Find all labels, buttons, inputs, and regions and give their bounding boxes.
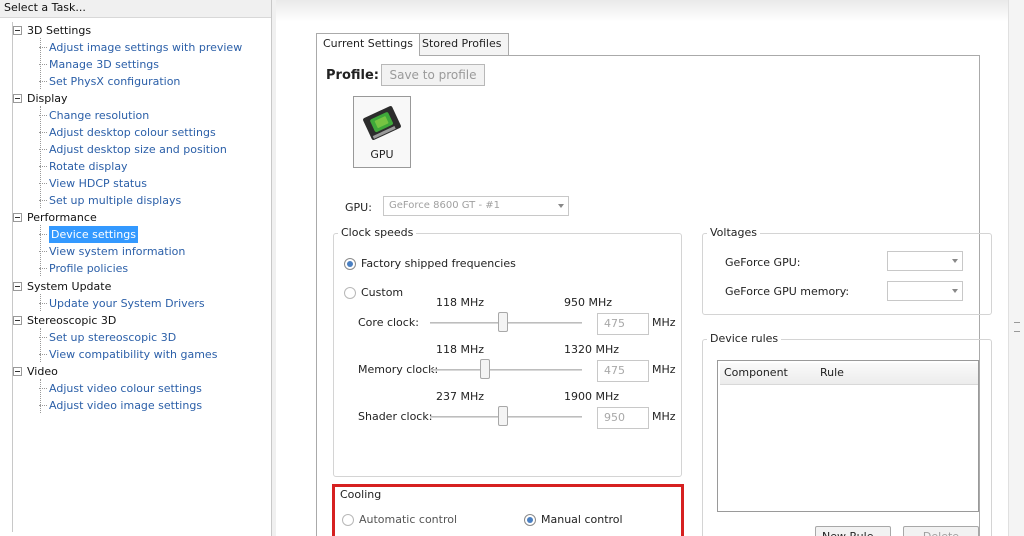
header-banner: [276, 0, 1024, 22]
memory-clock-input[interactable]: 475: [597, 360, 649, 382]
shader-clock-min: 237 MHz: [436, 390, 485, 403]
task-link[interactable]: Adjust video image settings: [38, 397, 202, 414]
cooling-group: Cooling Automatic control Manual control: [332, 484, 684, 536]
core-clock-slider-thumb[interactable]: [498, 312, 508, 332]
task-link[interactable]: Manage 3D settings: [38, 56, 159, 73]
clock-speeds-group: Clock speeds Factory shipped frequencies…: [333, 226, 682, 477]
memory-clock-max: 1320 MHz: [564, 343, 620, 356]
tree-line: [40, 328, 41, 362]
scroll-grip-icon[interactable]: [1014, 322, 1020, 332]
gpu-dropdown[interactable]: GeForce 8600 GT - #1: [383, 196, 569, 216]
core-clock-unit: MHz: [652, 316, 676, 329]
tab-current-settings[interactable]: Current Settings: [316, 33, 420, 56]
task-link[interactable]: Set up multiple displays: [38, 192, 181, 209]
device-rules-list[interactable]: Component Rule: [717, 360, 979, 512]
task-pane-header: Select a Task...: [0, 0, 271, 18]
chevron-down-icon: [558, 204, 564, 208]
gpu-voltage-label: GeForce GPU:: [725, 256, 801, 269]
current-settings-panel: Profile: Save to profile GPU GPU: GeForc…: [316, 55, 992, 536]
task-link[interactable]: Update your System Drivers: [39, 295, 205, 312]
device-rules-group: Device rules Component Rule New Rule... …: [702, 332, 992, 536]
chevron-down-icon: [952, 259, 958, 263]
task-link[interactable]: Adjust desktop colour settings: [39, 124, 216, 141]
automatic-control-radio[interactable]: Automatic control: [342, 513, 457, 526]
gpu-caption: GPU: [370, 148, 394, 161]
gpu-tile[interactable]: GPU: [353, 96, 411, 168]
tree-category-stereoscopic-3d[interactable]: Stereoscopic 3D: [13, 312, 116, 329]
clock-speeds-title: Clock speeds: [338, 226, 417, 239]
task-link[interactable]: Adjust desktop size and position: [39, 141, 227, 158]
vertical-scrollbar[interactable]: [1008, 0, 1024, 536]
task-pane: Select a Task... 3D Settings Adjust imag…: [0, 0, 272, 536]
task-link[interactable]: Adjust image settings with preview: [38, 39, 242, 56]
tree-category-video[interactable]: Video: [13, 363, 58, 380]
task-link-selected[interactable]: Device settings: [39, 226, 138, 243]
radio-selected-icon: [344, 257, 356, 270]
tree-category-display[interactable]: Display: [13, 90, 68, 107]
column-rule[interactable]: Rule: [820, 366, 844, 379]
tree-category-3d-settings[interactable]: 3D Settings: [13, 22, 91, 39]
radio-icon: [344, 286, 356, 299]
task-link[interactable]: View compatibility with games: [38, 346, 217, 363]
core-clock-input[interactable]: 475: [597, 313, 649, 335]
shader-clock-slider-thumb[interactable]: [498, 406, 508, 426]
cooling-title: Cooling: [340, 488, 382, 501]
gpu-dropdown-value: GeForce 8600 GT - #1: [389, 200, 500, 211]
collapse-icon[interactable]: [13, 282, 22, 291]
radio-selected-icon: [524, 513, 536, 526]
manual-control-radio[interactable]: Manual control: [524, 513, 623, 526]
task-link[interactable]: Adjust video colour settings: [39, 380, 202, 397]
memory-clock-slider-thumb[interactable]: [480, 359, 490, 379]
collapse-icon[interactable]: [13, 26, 22, 35]
gpu-label: GPU:: [345, 201, 372, 214]
task-link[interactable]: Rotate display: [39, 158, 128, 175]
task-link[interactable]: Profile policies: [38, 260, 128, 277]
collapse-icon[interactable]: [13, 94, 22, 103]
tree-category-system-update[interactable]: System Update: [13, 278, 111, 295]
factory-frequencies-radio[interactable]: Factory shipped frequencies: [344, 257, 516, 270]
memory-clock-slider[interactable]: [430, 369, 582, 371]
tree-category-performance[interactable]: Performance: [13, 209, 97, 226]
memory-clock-unit: MHz: [652, 363, 676, 376]
chevron-down-icon: [952, 289, 958, 293]
voltages-group: Voltages GeForce GPU: GeForce GPU memory…: [702, 226, 992, 315]
gpu-icon: [363, 106, 401, 140]
core-clock-label: Core clock:: [358, 316, 419, 329]
task-tree: 3D Settings Adjust image settings with p…: [12, 22, 270, 532]
gpu-voltage-dropdown[interactable]: [887, 251, 963, 271]
memory-clock-min: 118 MHz: [436, 343, 485, 356]
shader-clock-unit: MHz: [652, 410, 676, 423]
core-clock-max: 950 MHz: [564, 296, 613, 309]
column-component[interactable]: Component: [724, 366, 788, 379]
tree-line: [40, 106, 41, 208]
shader-clock-input[interactable]: 950: [597, 407, 649, 429]
core-clock-min: 118 MHz: [436, 296, 485, 309]
delete-rule-button[interactable]: Delete: [903, 526, 979, 536]
device-rules-list-header: Component Rule: [720, 363, 978, 385]
radio-icon: [342, 513, 354, 526]
gpu-memory-voltage-dropdown[interactable]: [887, 281, 963, 301]
tree-line: [40, 379, 41, 413]
new-rule-button[interactable]: New Rule...: [815, 526, 891, 536]
shader-clock-label: Shader clock:: [358, 410, 433, 423]
gpu-memory-voltage-label: GeForce GPU memory:: [725, 285, 850, 298]
collapse-icon[interactable]: [13, 316, 22, 325]
task-link[interactable]: Set PhysX configuration: [38, 73, 180, 90]
content-pane: Current Settings Stored Profiles Profile…: [276, 0, 1024, 536]
save-to-profile-button[interactable]: Save to profile: [381, 64, 485, 86]
device-rules-title: Device rules: [707, 332, 782, 345]
custom-frequencies-radio[interactable]: Custom: [344, 286, 403, 299]
task-link[interactable]: View HDCP status: [39, 175, 147, 192]
voltages-title: Voltages: [707, 226, 760, 239]
tab-stored-profiles[interactable]: Stored Profiles: [415, 33, 509, 55]
profile-label: Profile:: [326, 68, 379, 83]
task-link[interactable]: Set up stereoscopic 3D: [38, 329, 176, 346]
memory-clock-label: Memory clock:: [358, 363, 439, 376]
collapse-icon[interactable]: [13, 213, 22, 222]
task-link[interactable]: Change resolution: [38, 107, 149, 124]
shader-clock-max: 1900 MHz: [564, 390, 620, 403]
task-link[interactable]: View system information: [38, 243, 185, 260]
collapse-icon[interactable]: [13, 367, 22, 376]
